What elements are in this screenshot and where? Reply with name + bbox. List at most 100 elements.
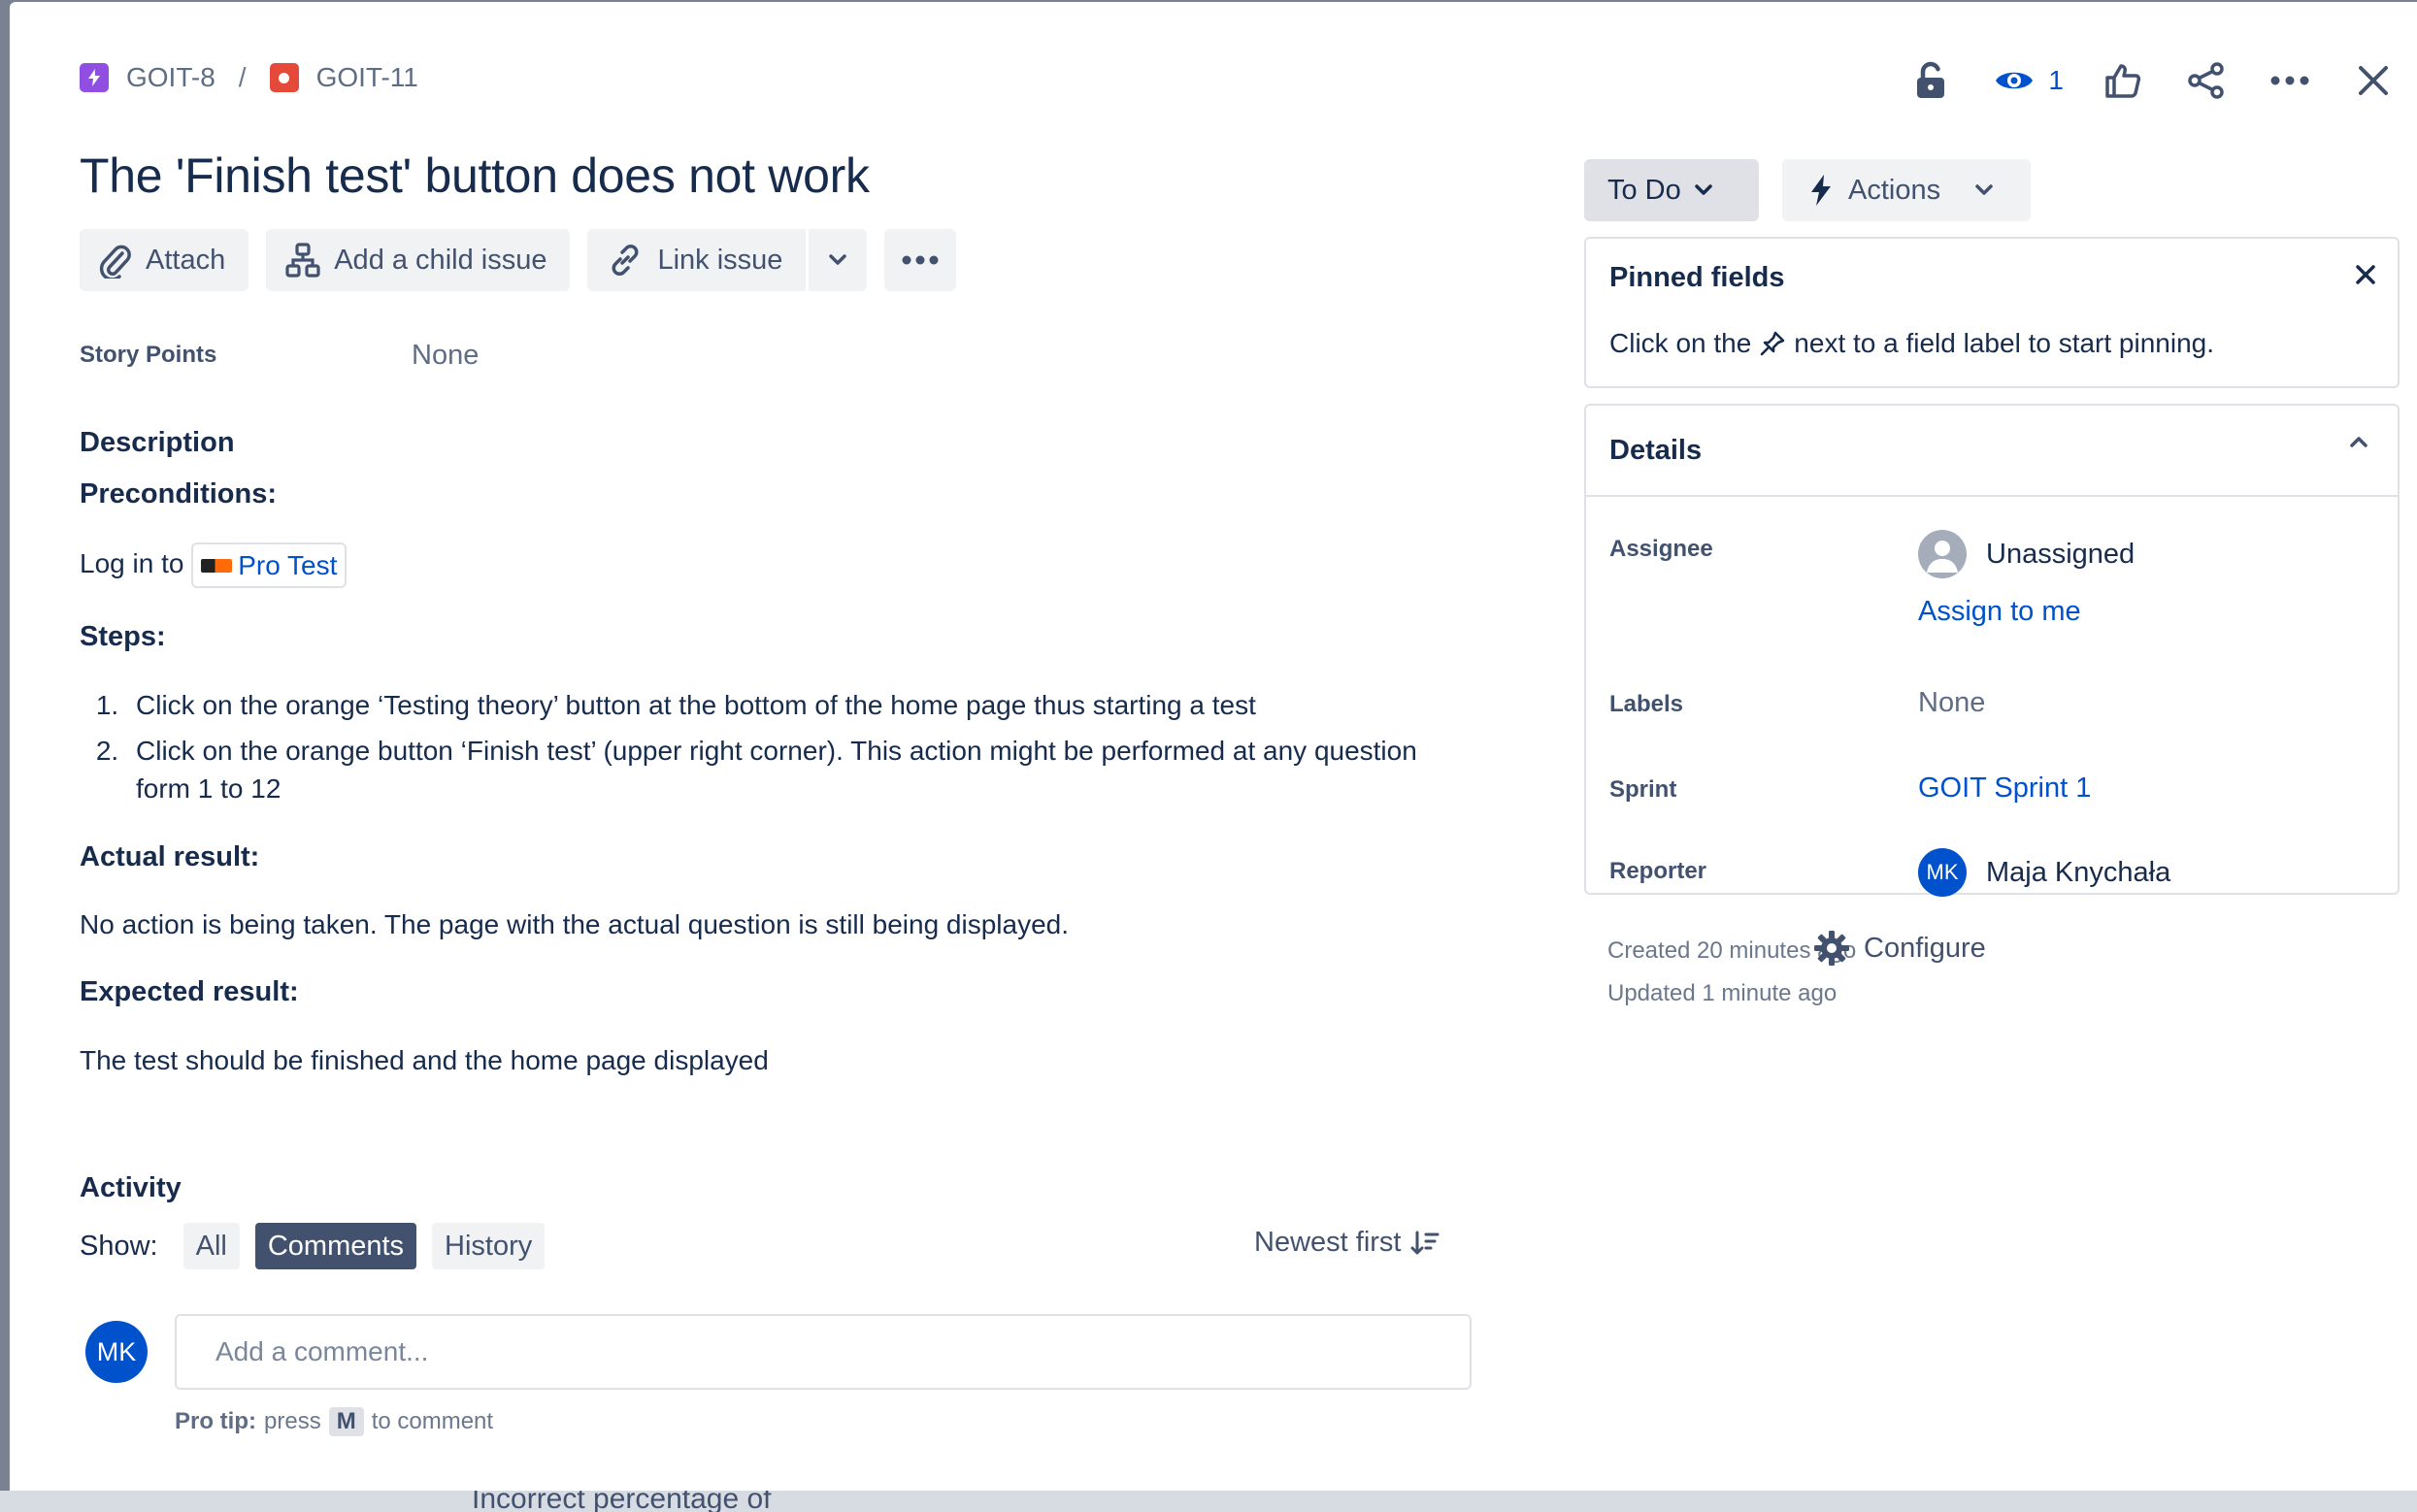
description-heading: Description [80,427,235,458]
details-header[interactable]: Details [1586,406,2398,497]
watch-count: 1 [2048,65,2064,95]
attach-label: Attach [146,244,226,276]
backdrop [0,1491,2417,1512]
add-child-label: Add a child issue [334,244,547,276]
sort-button[interactable]: Newest first [1254,1227,1440,1259]
breadcrumb-parent-key: GOIT-8 [126,62,215,92]
pro-test-link[interactable]: Pro Test [191,542,348,589]
share-button[interactable] [2182,56,2231,105]
pro-tip-suffix: to comment [371,1408,494,1434]
pinned-hint-after: next to a field label to start pinning. [1794,328,2215,358]
updated-timestamp: Updated 1 minute ago [1607,980,1838,1006]
more-icon [2270,76,2309,85]
actions-button[interactable]: Actions [1782,159,2031,221]
reporter-value[interactable]: MK Maja Knychała [1918,848,2170,897]
step-item: Click on the orange ‘Testing theory’ but… [126,686,1439,724]
chevron-down-icon [829,254,847,265]
activity-filter: Show: All Comments History [80,1223,546,1269]
step-item: Click on the orange button ‘Finish test’… [126,732,1439,807]
story-points-value[interactable]: None [412,340,479,372]
breadcrumb-current[interactable]: GOIT-11 [269,62,418,93]
assign-to-me-link[interactable]: Assign to me [1918,596,2081,628]
assignee-value[interactable]: Unassigned [1918,530,2135,578]
hierarchy-icon [285,243,320,278]
filter-all[interactable]: All [182,1223,240,1269]
lightning-icon [1811,175,1831,206]
attach-button[interactable]: Attach [80,229,249,291]
share-icon [2188,62,2224,99]
filter-history[interactable]: History [432,1223,546,1269]
assignee-label: Assignee [1609,536,1713,562]
preconditions-text: Log in to Pro Test [80,542,1439,589]
avatar: MK [85,1321,148,1383]
add-child-issue-button[interactable]: Add a child issue [266,229,571,291]
sprint-value[interactable]: GOIT Sprint 1 [1918,772,2091,805]
restrictions-button[interactable] [1906,56,1955,105]
action-bar: Attach Add a child issue Link issue [80,229,974,291]
details-title: Details [1609,435,1703,466]
watch-button[interactable]: 1 [1994,65,2064,96]
pinned-fields-title: Pinned fields [1609,262,1785,293]
link-icon [613,245,639,276]
pro-tip-label: Pro tip: [175,1408,256,1434]
vote-button[interactable] [2099,56,2147,105]
close-button[interactable] [2349,56,2398,105]
link-issue-label: Link issue [657,244,783,276]
details-panel: Details Assignee Unassigned Assign to me… [1584,404,2400,897]
paperclip-icon [99,245,131,279]
assignee-name: Unassigned [1986,538,2136,570]
actual-result-heading: Actual result: [80,840,260,872]
chevron-down-icon [1975,184,1993,195]
lightning-icon [80,63,109,92]
pro-tip-key: M [328,1407,364,1436]
issue-modal: GOIT-8 / GOIT-11 1 The 'Finish test' but… [10,2,2417,1491]
filter-comments[interactable]: Comments [254,1223,417,1269]
show-label: Show: [80,1230,158,1262]
labels-value[interactable]: None [1918,687,1985,719]
chevron-up-icon [2349,435,2368,453]
more-actions-button[interactable] [2266,56,2314,105]
chevron-down-icon [1695,184,1712,195]
steps-list: Click on the orange ‘Testing theory’ but… [126,686,1439,808]
breadcrumb: GOIT-8 / GOIT-11 [80,62,418,93]
comment-input[interactable]: Add a comment... [175,1314,1472,1390]
avatar: MK [1918,848,1967,897]
pinned-fields-hint: Click on the next to a field label to st… [1609,328,2214,359]
issue-toolbar: 1 [1871,56,2398,105]
description[interactable]: Description Preconditions: Log in to Pro… [80,423,1439,1108]
login-prefix: Log in to [80,548,184,579]
thumbs-up-icon [2105,64,2141,98]
issue-title[interactable]: The 'Finish test' button does not work [80,148,870,204]
pinned-fields-panel: Pinned fields Click on the next to a fie… [1584,237,2400,388]
expected-result-text: The test should be finished and the home… [80,1044,769,1075]
activity-title: Activity [80,1172,182,1203]
link-issue-dropdown[interactable] [806,229,868,291]
pro-tip-press: press [264,1408,321,1434]
more-toolbar-button[interactable] [884,229,957,291]
expected-result-heading: Expected result: [80,976,299,1008]
pro-tip: Pro tip: press M to comment [175,1407,493,1436]
reporter-name: Maja Knychała [1986,856,2171,888]
labels-label: Labels [1609,691,1684,717]
configure-label: Configure [1864,932,1986,964]
comment-placeholder: Add a comment... [215,1336,429,1366]
pro-test-link-text: Pro Test [238,550,338,581]
pinned-fields-close-button[interactable] [2355,264,2376,290]
sort-icon [1410,1231,1440,1254]
preconditions-heading: Preconditions: [80,477,278,509]
actual-result-text: No action is being taken. The page with … [80,909,1070,940]
steps-heading: Steps: [80,621,166,653]
pin-icon [1760,331,1785,356]
status-button[interactable]: To Do [1584,159,1759,221]
breadcrumb-parent[interactable]: GOIT-8 [80,62,215,93]
sprint-label: Sprint [1609,776,1677,803]
configure-button[interactable]: Configure [1813,930,1986,967]
link-issue-button[interactable]: Link issue [587,229,807,291]
sort-label: Newest first [1254,1227,1402,1258]
close-icon [2356,265,2375,284]
bug-icon [269,63,299,92]
status-label: To Do [1607,174,1681,206]
unassigned-avatar-icon [1918,530,1967,578]
close-icon [2359,66,2388,95]
pro-test-favicon-icon [201,558,233,573]
